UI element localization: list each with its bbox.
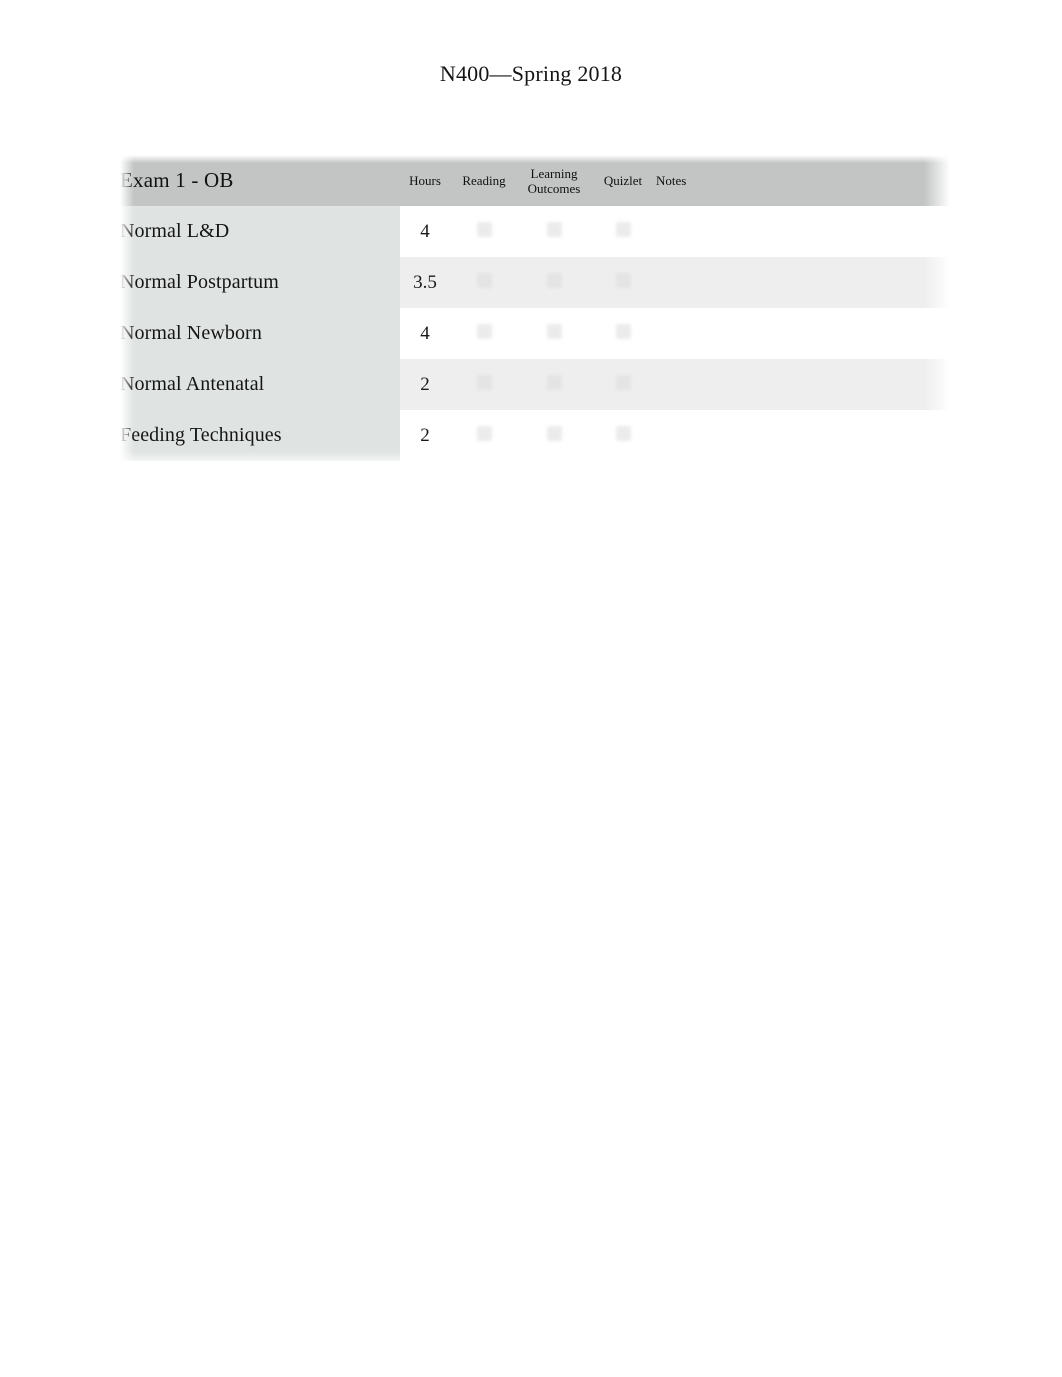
faint-checkbox-icon bbox=[615, 323, 631, 339]
cell-quizlet[interactable] bbox=[590, 257, 656, 308]
table-header: Exam 1 - OB Hours Reading Learning Outco… bbox=[120, 155, 950, 206]
cell-hours: 3.5 bbox=[413, 271, 437, 293]
faint-checkbox-icon bbox=[615, 425, 631, 441]
cell-topic: Normal Postpartum bbox=[120, 257, 400, 308]
faint-checkbox-icon bbox=[476, 323, 492, 339]
table-header-row: Exam 1 - OB Hours Reading Learning Outco… bbox=[120, 155, 950, 206]
cell-learning-outcomes[interactable] bbox=[518, 308, 590, 359]
schedule-table: Exam 1 - OB Hours Reading Learning Outco… bbox=[120, 155, 950, 461]
column-header-hours: Hours bbox=[409, 173, 441, 188]
faint-checkbox-icon bbox=[546, 221, 562, 237]
cell-hours: 4 bbox=[420, 322, 430, 344]
faint-checkbox-icon bbox=[615, 221, 631, 237]
cell-reading[interactable] bbox=[450, 206, 518, 257]
faint-checkbox-icon bbox=[615, 374, 631, 390]
cell-reading[interactable] bbox=[450, 257, 518, 308]
cell-topic: Normal Newborn bbox=[120, 308, 400, 359]
cell-topic: Feeding Techniques bbox=[120, 410, 400, 461]
cell-reading[interactable] bbox=[450, 410, 518, 461]
cell-quizlet[interactable] bbox=[590, 308, 656, 359]
cell-hours: 2 bbox=[420, 424, 430, 446]
table-row: Normal Postpartum 3.5 bbox=[120, 257, 950, 308]
cell-notes[interactable] bbox=[656, 410, 950, 461]
cell-quizlet[interactable] bbox=[590, 206, 656, 257]
faint-checkbox-icon bbox=[546, 323, 562, 339]
cell-notes[interactable] bbox=[656, 359, 950, 410]
learning-outcomes-line-1: Learning bbox=[530, 165, 578, 181]
cell-reading[interactable] bbox=[450, 308, 518, 359]
cell-topic: Normal Antenatal bbox=[120, 359, 400, 410]
cell-notes[interactable] bbox=[656, 206, 950, 257]
cell-learning-outcomes[interactable] bbox=[518, 257, 590, 308]
cell-topic: Normal L&D bbox=[120, 206, 400, 257]
page-title: N400—Spring 2018 bbox=[439, 61, 623, 86]
cell-learning-outcomes[interactable] bbox=[518, 206, 590, 257]
column-header-quizlet: Quizlet bbox=[603, 173, 643, 188]
learning-outcomes-line-2: Outcomes bbox=[527, 180, 581, 196]
cell-learning-outcomes[interactable] bbox=[518, 359, 590, 410]
table-body: Normal L&D 4 Normal Postpartum 3.5 Normal Ne… bbox=[120, 206, 950, 461]
schedule-table-container: Exam 1 - OB Hours Reading Learning Outco… bbox=[120, 155, 950, 467]
table-row: Feeding Techniques 2 bbox=[120, 410, 950, 461]
table-row: Normal Antenatal 2 bbox=[120, 359, 950, 410]
column-header-topic: Exam 1 - OB bbox=[120, 168, 234, 192]
faint-checkbox-icon bbox=[476, 374, 492, 390]
cell-hours: 4 bbox=[420, 220, 430, 242]
cell-hours: 2 bbox=[420, 373, 430, 395]
table-row: Normal Newborn 4 bbox=[120, 308, 950, 359]
faint-checkbox-icon bbox=[476, 221, 492, 237]
cell-quizlet[interactable] bbox=[590, 410, 656, 461]
faint-checkbox-icon bbox=[546, 272, 562, 288]
cell-notes[interactable] bbox=[656, 257, 950, 308]
faint-checkbox-icon bbox=[546, 374, 562, 390]
table-row: Normal L&D 4 bbox=[120, 206, 950, 257]
cell-learning-outcomes[interactable] bbox=[518, 410, 590, 461]
cell-quizlet[interactable] bbox=[590, 359, 656, 410]
faint-checkbox-icon bbox=[476, 425, 492, 441]
cell-reading[interactable] bbox=[450, 359, 518, 410]
cell-notes[interactable] bbox=[656, 308, 950, 359]
column-header-notes: Notes bbox=[656, 173, 687, 188]
faint-checkbox-icon bbox=[615, 272, 631, 288]
column-header-reading: Reading bbox=[462, 173, 506, 188]
column-header-learning-outcomes: Learning Outcomes bbox=[518, 155, 590, 206]
faint-checkbox-icon bbox=[546, 425, 562, 441]
faint-checkbox-icon bbox=[476, 272, 492, 288]
